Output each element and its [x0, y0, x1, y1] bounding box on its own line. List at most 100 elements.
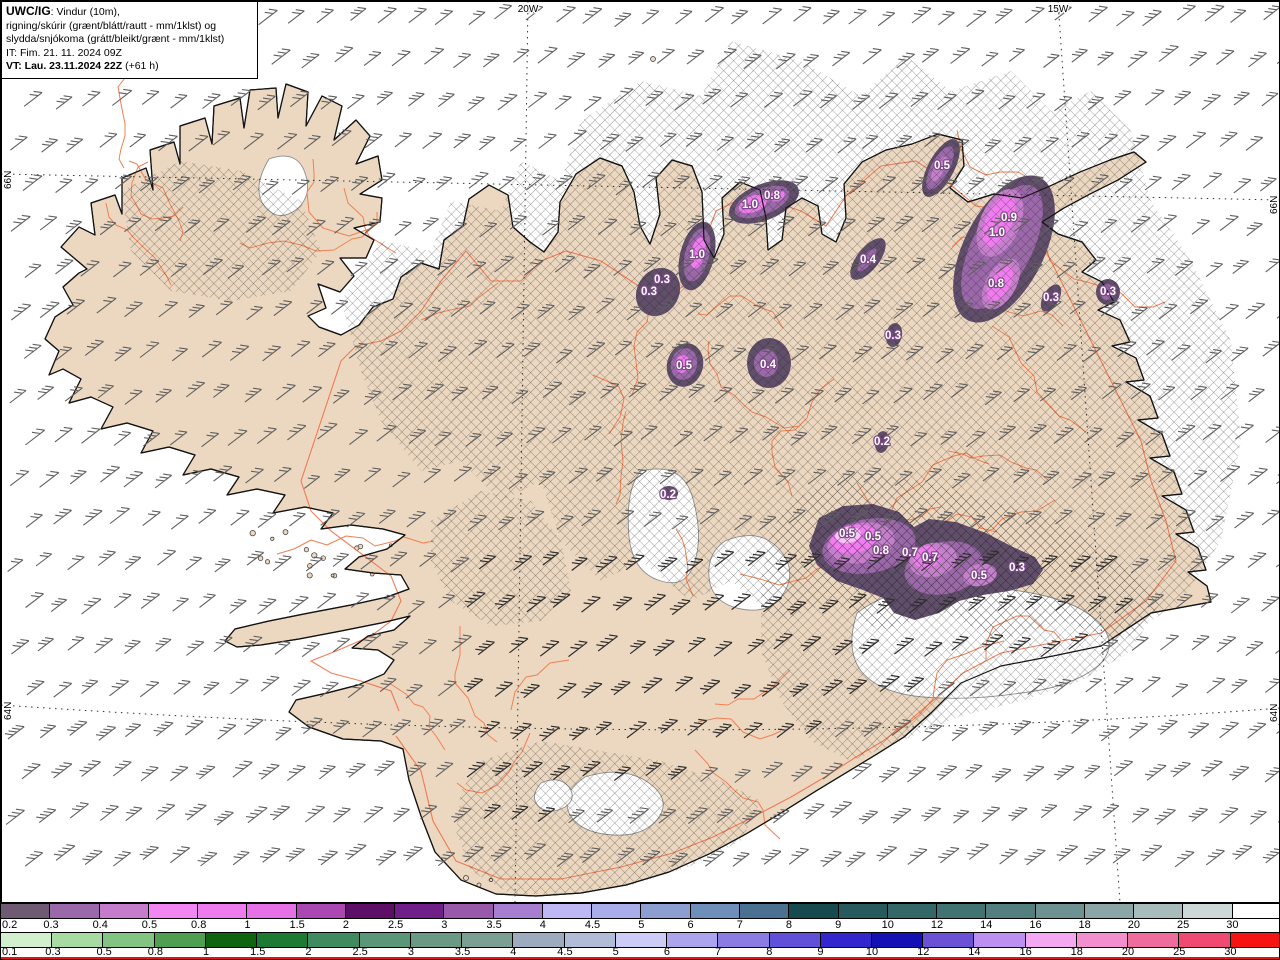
- sleet-legend-line: slydda/snjókoma (grátt/bleikt/grænt - mm…: [6, 33, 225, 45]
- scale-cell-12: [936, 904, 986, 918]
- scale-cell-6: [689, 904, 739, 918]
- scale-cell-1: [246, 904, 296, 918]
- scale-tick-label: 4.5: [557, 946, 573, 958]
- scale-tick-label: 6: [663, 946, 670, 958]
- scale-cell-25: [1182, 904, 1232, 918]
- scale-tick-label: 2: [342, 919, 349, 931]
- svg-text:1.0: 1.0: [742, 199, 758, 211]
- scale-tick-label: 14: [980, 919, 993, 931]
- svg-text:0.5: 0.5: [676, 360, 693, 372]
- scale-cell-8: [788, 904, 838, 918]
- scale-cell-12: [922, 933, 974, 947]
- scale-tick-label: 0.5: [96, 946, 112, 958]
- scale-tick-label: 0.4: [92, 919, 108, 931]
- scale-tick-label: 3: [441, 919, 448, 931]
- svg-text:0.3: 0.3: [654, 274, 670, 286]
- parallel-label-64n-left: 64N: [3, 702, 14, 720]
- scale-cell-0.4: [98, 904, 148, 918]
- scale-cell-14: [973, 933, 1025, 947]
- scale-cell-30: [1229, 933, 1279, 947]
- svg-text:0.8: 0.8: [988, 278, 1005, 290]
- scale-tick-label: 9: [835, 919, 842, 931]
- scale-cell-3.5: [492, 904, 542, 918]
- scale-cell-7: [738, 904, 789, 918]
- scale-cell-4.5: [591, 904, 641, 918]
- model-line: UWC/IG: Vindur (10m),: [6, 4, 120, 18]
- scale-cell-3: [443, 904, 493, 918]
- parallel-label-66n-left: 66N: [3, 171, 14, 189]
- scale-tick-label: 0.2: [2, 919, 18, 931]
- scale-cell-20: [1127, 933, 1179, 947]
- svg-text:0.4: 0.4: [860, 254, 877, 266]
- scale-cell-16: [1024, 933, 1076, 947]
- scale-tick-label: 30: [1226, 919, 1239, 931]
- scale-tick-label: 7: [736, 919, 743, 931]
- svg-text:0.2: 0.2: [660, 489, 676, 501]
- map-area: 1.0 0.8 0.5 0.9 1.0 0.8 0.4 0.3 0.3 1.0 0.3 0.3 0.3 0…: [1, 1, 1280, 903]
- scale-cell-1: [204, 933, 257, 947]
- scale-tick-label: 4: [510, 946, 517, 958]
- init-time-line: IT: Fim. 21. 11. 2024 09Z: [6, 46, 122, 59]
- scale-tick-label: 8: [766, 946, 773, 958]
- scale-cell-10: [870, 933, 923, 947]
- scale-cell-1.5: [295, 904, 345, 918]
- svg-text:0.3: 0.3: [1100, 286, 1116, 298]
- scale-tick-label: 4.5: [584, 919, 601, 931]
- scale-cell-1.5: [256, 933, 308, 947]
- scale-tick-label: 1.5: [289, 919, 305, 931]
- weather-map-screen: 1.0 0.8 0.5 0.9 1.0 0.8 0.4 0.3 0.3 1.0 0.3 0.3 0.3 0…: [0, 0, 1280, 960]
- scale-cell-5: [640, 904, 690, 918]
- scale-tick-label: 0.5: [141, 919, 158, 931]
- scale-tick-label: 0.8: [147, 946, 164, 958]
- scale-tick-label: 8: [785, 919, 793, 931]
- svg-text:0.3: 0.3: [641, 286, 657, 298]
- scale-tick-label: 2.5: [352, 946, 368, 958]
- svg-text:0.4: 0.4: [760, 359, 777, 371]
- scale-tick-label: 1.5: [250, 946, 266, 958]
- scale-tick-label: 20: [1121, 946, 1135, 958]
- scale-cell-5: [614, 933, 667, 947]
- scale-tick-label: 12: [930, 919, 944, 931]
- scale-tick-label: 4: [539, 919, 546, 931]
- scale-cell-25: [1178, 933, 1230, 947]
- svg-text:0.8: 0.8: [873, 545, 890, 557]
- scale-cell-14: [985, 904, 1035, 918]
- scale-tick-label: 5: [612, 946, 619, 958]
- svg-text:0.5: 0.5: [839, 528, 856, 540]
- scale-tick-label: 7: [715, 946, 722, 958]
- scale-cell-0.5: [102, 933, 154, 947]
- scale-cell-3.5: [461, 933, 513, 947]
- scale-tick-label: 9: [817, 946, 824, 958]
- meridian-label-20w: 20W: [518, 4, 539, 15]
- scale-cell-20: [1133, 904, 1183, 918]
- scale-cell-6: [666, 933, 718, 947]
- scale-cell-2.5: [394, 904, 444, 918]
- scale-tick-label: 25: [1173, 946, 1186, 958]
- scale-cell-9: [819, 933, 871, 947]
- parallel-label-66n-right: 66N: [1269, 196, 1280, 214]
- svg-text:0.8: 0.8: [764, 190, 781, 202]
- scale-cell-4: [541, 904, 592, 918]
- scale-tick-label: 10: [881, 919, 894, 931]
- scale-tick-label: 14: [968, 946, 981, 958]
- precip-scale-bottom-labels: 0.1 0.3 0.5 0.8 1 1.5 2 2.5 3 3.5 4 4.5 5 6 7 8 9 10 12 14 1…: [1, 946, 1279, 958]
- svg-text:0.9: 0.9: [1001, 212, 1017, 224]
- scale-tick-label: 12: [917, 946, 930, 958]
- svg-text:1.0: 1.0: [689, 249, 705, 261]
- scale-cell-0.3: [49, 904, 99, 918]
- scale-tick-label: 0.8: [191, 919, 207, 931]
- svg-text:0.3: 0.3: [1043, 292, 1059, 304]
- scale-tick-label: 16: [1029, 919, 1042, 931]
- scale-tick-label: 30: [1224, 946, 1237, 958]
- svg-text:0.3: 0.3: [885, 330, 901, 342]
- scale-cell-7: [717, 933, 769, 947]
- scale-tick-label: 3.5: [454, 946, 471, 958]
- scale-cell-2.5: [358, 933, 410, 947]
- scale-tick-label: 2.5: [387, 919, 404, 931]
- scale-tick-label: 1: [244, 919, 251, 931]
- valid-time-line: VT: Lau. 23.11.2024 22Z (+61 h): [6, 60, 159, 72]
- scale-cell-4: [512, 933, 564, 947]
- scale-tick-label: 0.3: [45, 946, 61, 958]
- scale-tick-label: 2: [305, 946, 312, 958]
- scale-cell-0.1: [1, 933, 52, 947]
